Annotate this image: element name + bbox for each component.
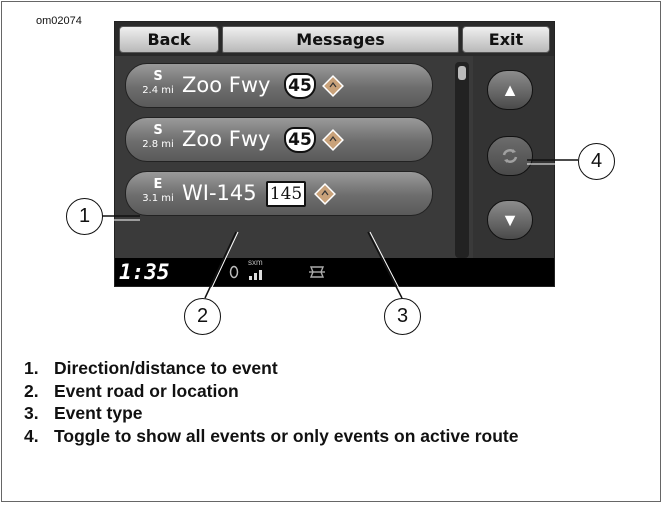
- callout-2: 2: [184, 298, 221, 335]
- distance: 2.4 mi: [142, 85, 174, 96]
- side-controls: ▲ ▼: [473, 56, 554, 258]
- direction-letter: S: [153, 123, 163, 138]
- caption-text: Direction/distance to event: [54, 358, 278, 378]
- top-bar: Back Messages Exit: [119, 26, 550, 53]
- direction-distance: E 3.1 mi: [138, 178, 178, 206]
- caption-text: Toggle to show all events or only events…: [54, 425, 519, 446]
- message-item[interactable]: E 3.1 mi WI-145 145: [125, 171, 433, 216]
- scroll-thumb[interactable]: [458, 66, 466, 80]
- clock: 1:35: [119, 260, 170, 284]
- caption-number: 3.: [24, 403, 39, 423]
- caption-number: 2.: [24, 380, 39, 401]
- distance: 3.1 mi: [142, 193, 174, 204]
- distance: 2.8 mi: [142, 139, 174, 150]
- road-name: Zoo Fwy: [182, 127, 271, 151]
- road-name: Zoo Fwy: [182, 73, 271, 97]
- callout-3: 3: [384, 298, 421, 335]
- road-name: WI-145: [182, 181, 257, 205]
- toggle-events-button[interactable]: [487, 136, 533, 176]
- screen-title: Messages: [222, 26, 459, 53]
- us-interstate-shield-icon: 45: [284, 73, 316, 99]
- scroll-up-button[interactable]: ▲: [487, 70, 533, 110]
- state-route-shield-icon: 145: [266, 181, 306, 207]
- refresh-arrows-icon: [502, 149, 518, 163]
- direction-letter: E: [153, 177, 163, 192]
- message-list: S 2.4 mi Zoo Fwy 45 S 2.8 mi Zoo Fwy 45: [115, 56, 473, 258]
- figure-id: om02074: [36, 15, 82, 27]
- message-item[interactable]: S 2.8 mi Zoo Fwy 45: [125, 117, 433, 162]
- triangle-up-icon: ▲: [501, 79, 519, 100]
- brand-logo-icon: [309, 266, 325, 278]
- callout-4: 4: [578, 143, 615, 180]
- caption-number: 1.: [24, 358, 39, 378]
- sxm-label: sxm: [248, 258, 263, 267]
- scroll-down-button[interactable]: ▼: [487, 200, 533, 240]
- caption-item: 3. Event type: [24, 402, 644, 425]
- caption-list: 1. Direction/distance to event 2. Event …: [24, 357, 644, 447]
- caption-item: 1. Direction/distance to event: [24, 357, 644, 380]
- message-item[interactable]: S 2.4 mi Zoo Fwy 45: [125, 63, 433, 108]
- list-scrollbar[interactable]: [455, 62, 469, 258]
- caption-item: 2. Event road or location: [24, 380, 644, 403]
- triangle-down-icon: ▼: [501, 209, 519, 230]
- construction-diamond-icon: [322, 129, 344, 151]
- navigation-screen: Back Messages Exit S 2.4 mi Zoo Fwy 45 S…: [114, 21, 555, 287]
- us-interstate-shield-icon: 45: [284, 127, 316, 153]
- caption-item: 4. Toggle to show all events or only eve…: [24, 425, 644, 448]
- signal-strength-icon: [249, 270, 262, 280]
- direction-distance: S 2.8 mi: [138, 124, 178, 152]
- construction-diamond-icon: [322, 75, 344, 97]
- caption-text: Event road or location: [54, 380, 239, 401]
- status-bar: 1:35 sxm: [115, 258, 554, 286]
- compass-icon: [229, 265, 239, 279]
- back-button[interactable]: Back: [119, 26, 219, 53]
- callout-1: 1: [66, 198, 103, 235]
- direction-letter: S: [153, 69, 163, 84]
- caption-text: Event type: [54, 403, 143, 423]
- direction-distance: S 2.4 mi: [138, 70, 178, 98]
- construction-diamond-icon: [314, 183, 336, 205]
- exit-button[interactable]: Exit: [462, 26, 550, 53]
- caption-number: 4.: [24, 425, 39, 446]
